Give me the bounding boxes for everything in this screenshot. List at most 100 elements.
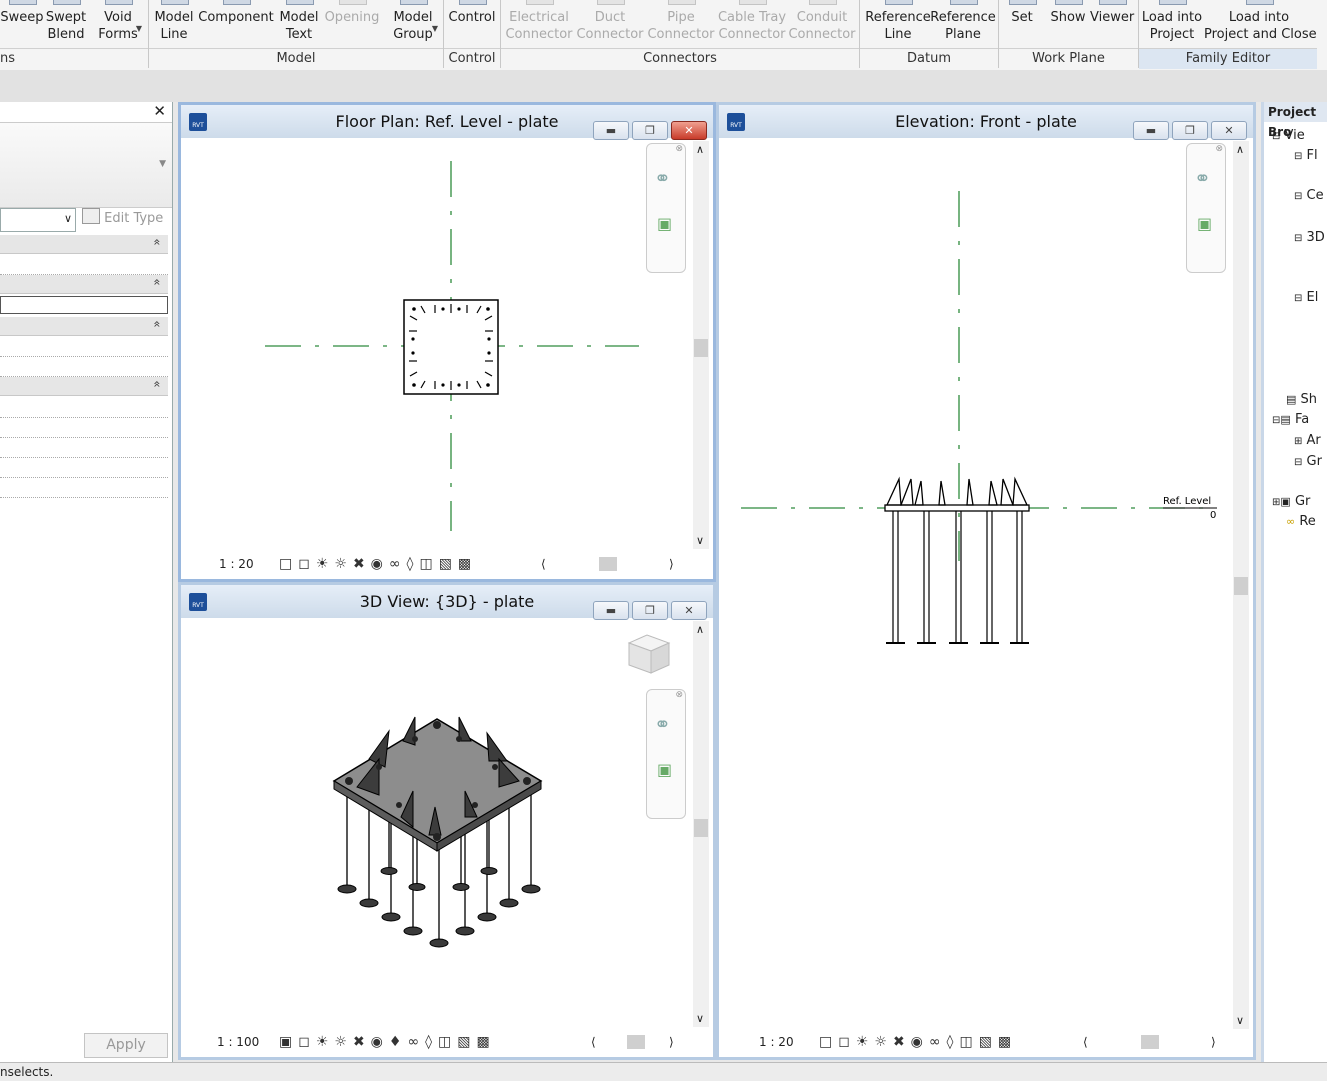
reference-line-tool[interactable]: Reference Line	[864, 0, 932, 46]
collapse-icon[interactable]: ⊟	[1294, 151, 1302, 162]
void-forms-tool[interactable]: Void Forms ▼	[92, 0, 144, 46]
param-group-header[interactable]: »	[0, 275, 168, 294]
zoom-region-icon[interactable]: ▣	[657, 214, 672, 233]
elevation-view[interactable]: RVT Elevation: Front - plate ▬ ❐ ✕ Ref. Le…	[716, 102, 1256, 1060]
param-row[interactable]	[0, 458, 168, 478]
show-tool[interactable]: Show	[1046, 0, 1090, 46]
horizontal-scroll-thumb[interactable]	[599, 557, 617, 571]
close-button[interactable]: ✕	[1211, 121, 1247, 140]
reference-plane-tool[interactable]: Reference Plane	[930, 0, 996, 46]
base-plate-outline[interactable]	[403, 299, 499, 395]
elevation-base-plate[interactable]	[884, 504, 1030, 512]
opening-tool[interactable]: Opening	[322, 0, 382, 46]
horizontal-scroll-thumb[interactable]	[627, 1035, 645, 1049]
vertical-scrollbar[interactable]: ∧ ∨	[693, 621, 709, 1027]
restore-button[interactable]: ❐	[1172, 121, 1208, 140]
expand-icon[interactable]: ⊞	[1294, 436, 1302, 447]
param-group-header[interactable]: »	[0, 377, 168, 396]
group-model-label[interactable]: Model	[149, 48, 443, 69]
steering-wheel-icon[interactable]: ⚭	[654, 166, 671, 190]
swept-blend-tool[interactable]: Swept Blend	[44, 0, 88, 46]
param-row-selected[interactable]	[0, 296, 168, 314]
collapse-icon[interactable]: »	[149, 238, 163, 245]
zoom-region-icon[interactable]: ▣	[1197, 214, 1212, 233]
scroll-up-icon[interactable]: ∧	[1236, 143, 1244, 156]
scroll-right-icon[interactable]: ⟩	[1211, 1031, 1216, 1053]
collapse-icon[interactable]: ⊟	[1294, 191, 1302, 202]
scroll-thumb[interactable]	[1234, 577, 1248, 595]
type-filter-select[interactable]: ∨	[0, 208, 76, 232]
3d-view-title-bar[interactable]: RVT 3D View: {3D} - plate ▬ ❐ ✕	[181, 585, 713, 620]
load-into-project-close-tool[interactable]: Load into Project and Close	[1204, 0, 1317, 46]
close-icon[interactable]: ✕	[153, 102, 166, 120]
electrical-connector-tool[interactable]: Electrical Connector	[504, 0, 574, 46]
close-button[interactable]: ✕	[671, 121, 707, 140]
horizontal-scroll-thumb[interactable]	[1141, 1035, 1159, 1049]
close-icon[interactable]: ⊗	[1215, 144, 1223, 154]
floor-plan-title-bar[interactable]: RVT Floor Plan: Ref. Level - plate ▬ ❐ ✕	[181, 105, 713, 140]
viewer-tool[interactable]: Viewer	[1090, 0, 1134, 46]
steering-wheel-icon[interactable]: ⚭	[654, 712, 671, 736]
scroll-left-icon[interactable]: ⟨	[541, 553, 546, 575]
group-work-plane-label[interactable]: Work Plane	[999, 48, 1138, 69]
tree-node-ceiling-plans[interactable]: ⊟ Ce	[1294, 188, 1324, 203]
elevation-title-bar[interactable]: RVT Elevation: Front - plate ▬ ❐ ✕	[719, 105, 1253, 140]
view-scale[interactable]: 1 : 20	[219, 553, 254, 575]
floor-plan-canvas[interactable]	[189, 141, 689, 551]
restore-button[interactable]: ❐	[632, 601, 668, 620]
scroll-left-icon[interactable]: ⟨	[1083, 1031, 1088, 1053]
tree-node-families[interactable]: ⊟▤ Fa	[1272, 412, 1309, 427]
tree-node-views[interactable]: ⊟ Vie	[1272, 128, 1305, 143]
tree-node-revit-links[interactable]: ∞ Re	[1286, 514, 1316, 529]
param-row[interactable]	[0, 255, 168, 275]
scroll-down-icon[interactable]: ∨	[696, 1012, 704, 1025]
sweep-tool[interactable]: Sweep	[0, 0, 44, 46]
edit-type-button[interactable]: Edit Type	[82, 208, 168, 230]
scroll-right-icon[interactable]: ⟩	[669, 1031, 674, 1053]
view-control-icons[interactable]: □◻☀☼✖◉∞◊◫▧▩	[279, 553, 477, 575]
model-group-tool[interactable]: Model Group ▼	[386, 0, 440, 46]
model-line-tool[interactable]: Model Line	[152, 0, 196, 46]
viewcube-icon[interactable]	[627, 634, 671, 674]
minimize-button[interactable]: ▬	[593, 121, 629, 140]
scroll-up-icon[interactable]: ∧	[696, 623, 704, 636]
vertical-scrollbar[interactable]: ∧ ∨	[693, 141, 709, 549]
scroll-thumb[interactable]	[694, 339, 708, 357]
param-row[interactable]	[0, 438, 168, 458]
param-row[interactable]	[0, 478, 168, 498]
tree-node-sheets[interactable]: ▤ Sh	[1286, 392, 1317, 407]
pipe-connector-tool[interactable]: Pipe Connector	[646, 0, 716, 46]
scroll-left-icon[interactable]: ⟨	[591, 1031, 596, 1053]
collapse-icon[interactable]: ⊟	[1294, 233, 1302, 244]
zoom-region-icon[interactable]: ▣	[657, 760, 672, 779]
ref-level-name[interactable]: Ref. Level	[1163, 496, 1211, 507]
param-group-header[interactable]: »	[0, 235, 168, 254]
group-forms-label[interactable]: ns	[0, 48, 148, 69]
tree-node-groups[interactable]: ⊞▣ Gr	[1272, 494, 1310, 509]
param-row[interactable]	[0, 337, 168, 357]
collapse-icon[interactable]: ⊟	[1294, 293, 1302, 304]
apply-button[interactable]: Apply	[84, 1033, 168, 1058]
close-button[interactable]: ✕	[671, 601, 707, 620]
duct-connector-tool[interactable]: Duct Connector	[576, 0, 644, 46]
cable-tray-connector-tool[interactable]: Cable Tray Connector	[716, 0, 788, 46]
conduit-connector-tool[interactable]: Conduit Connector	[788, 0, 856, 46]
elevation-canvas[interactable]: Ref. Level 0	[727, 141, 1223, 1031]
component-tool[interactable]: Component	[198, 0, 274, 46]
tree-node-elevations[interactable]: ⊟ El	[1294, 290, 1318, 305]
tree-node-floor-plans[interactable]: ⊟ Fl	[1294, 148, 1318, 163]
group-datum-label[interactable]: Datum	[860, 48, 998, 69]
collapse-icon[interactable]: ⊟	[1294, 457, 1302, 468]
collapse-icon[interactable]: »	[149, 320, 163, 327]
scroll-up-icon[interactable]: ∧	[696, 143, 704, 156]
vertical-scrollbar[interactable]: ∧ ∨	[1233, 141, 1249, 1029]
collapse-icon[interactable]: »	[149, 380, 163, 387]
floor-plan-view[interactable]: RVT Floor Plan: Ref. Level - plate ▬ ❐ ✕ ∧	[178, 102, 716, 582]
param-row[interactable]	[0, 418, 168, 438]
steering-wheel-icon[interactable]: ⚭	[1194, 166, 1211, 190]
3d-view[interactable]: RVT 3D View: {3D} - plate ▬ ❐ ✕ ∧ ∨ ⊗ ⚭ …	[178, 582, 716, 1060]
scroll-down-icon[interactable]: ∨	[1236, 1014, 1244, 1027]
param-row[interactable]	[0, 357, 168, 377]
set-tool[interactable]: Set	[1004, 0, 1040, 46]
scroll-thumb[interactable]	[694, 819, 708, 837]
